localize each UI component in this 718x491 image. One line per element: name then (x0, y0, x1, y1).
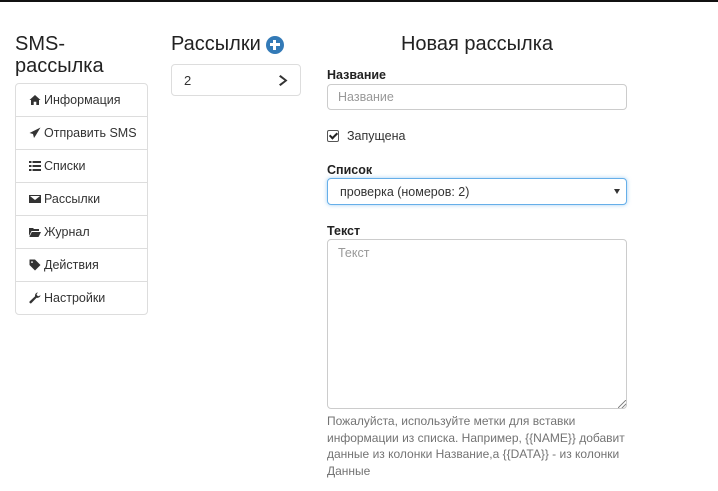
resize-grip-icon[interactable] (618, 400, 626, 408)
running-label: Запущена (347, 129, 406, 143)
sidebar-item-label: Отправить SMS (44, 126, 137, 140)
folder-open-icon (28, 225, 42, 239)
campaigns-header: Рассылки (171, 33, 284, 56)
sidebar-item-label: Рассылки (44, 192, 101, 206)
brand-title: SMS-рассылка (15, 33, 104, 77)
list-icon (28, 159, 42, 173)
sidebar-item-info[interactable]: Информация (16, 84, 147, 116)
tag-icon (28, 258, 42, 272)
chevron-right-icon (279, 74, 288, 86)
name-input[interactable] (327, 84, 627, 110)
campaigns-title: Рассылки (171, 33, 261, 55)
list-select-value: проверка (номеров: 2) (340, 184, 470, 199)
help-text: Пожалуйста, используйте метки для вставк… (327, 414, 625, 478)
sidebar-item-journal[interactable]: Журнал (16, 215, 147, 248)
name-label: Название (327, 68, 387, 82)
home-icon (28, 93, 42, 107)
sidebar-item-label: Настройки (44, 291, 106, 305)
campaign-list-item[interactable]: 2 (171, 64, 301, 96)
text-input[interactable] (327, 239, 627, 409)
wrench-icon (28, 291, 42, 305)
sidebar-item-label: Действия (44, 258, 99, 272)
send-icon (28, 126, 42, 140)
text-label: Текст (327, 224, 361, 238)
dropdown-caret-icon (614, 189, 620, 194)
sidebar-item-label: Информация (44, 93, 121, 107)
sidebar-item-send-sms[interactable]: Отправить SMS (16, 116, 147, 149)
running-checkbox[interactable] (327, 130, 339, 142)
list-label: Список (327, 163, 373, 177)
sidebar-item-label: Журнал (44, 225, 90, 239)
envelope-icon (28, 192, 42, 206)
sidebar-item-label: Списки (44, 159, 86, 173)
top-bar (0, 0, 718, 2)
add-campaign-icon[interactable] (265, 35, 284, 54)
running-checkbox-row[interactable]: Запущена (327, 129, 405, 143)
sidebar-item-actions[interactable]: Действия (16, 248, 147, 281)
list-select[interactable]: проверка (номеров: 2) (327, 178, 627, 205)
sidebar-item-campaigns[interactable]: Рассылки (16, 182, 147, 215)
campaign-item-label: 2 (184, 72, 192, 88)
sidebar-item-lists[interactable]: Списки (16, 149, 147, 182)
sidebar-nav: Информация Отправить SMS Списки Рассылки… (15, 83, 148, 315)
sidebar-item-settings[interactable]: Настройки (16, 281, 147, 314)
form-title: Новая рассылка (400, 33, 554, 55)
